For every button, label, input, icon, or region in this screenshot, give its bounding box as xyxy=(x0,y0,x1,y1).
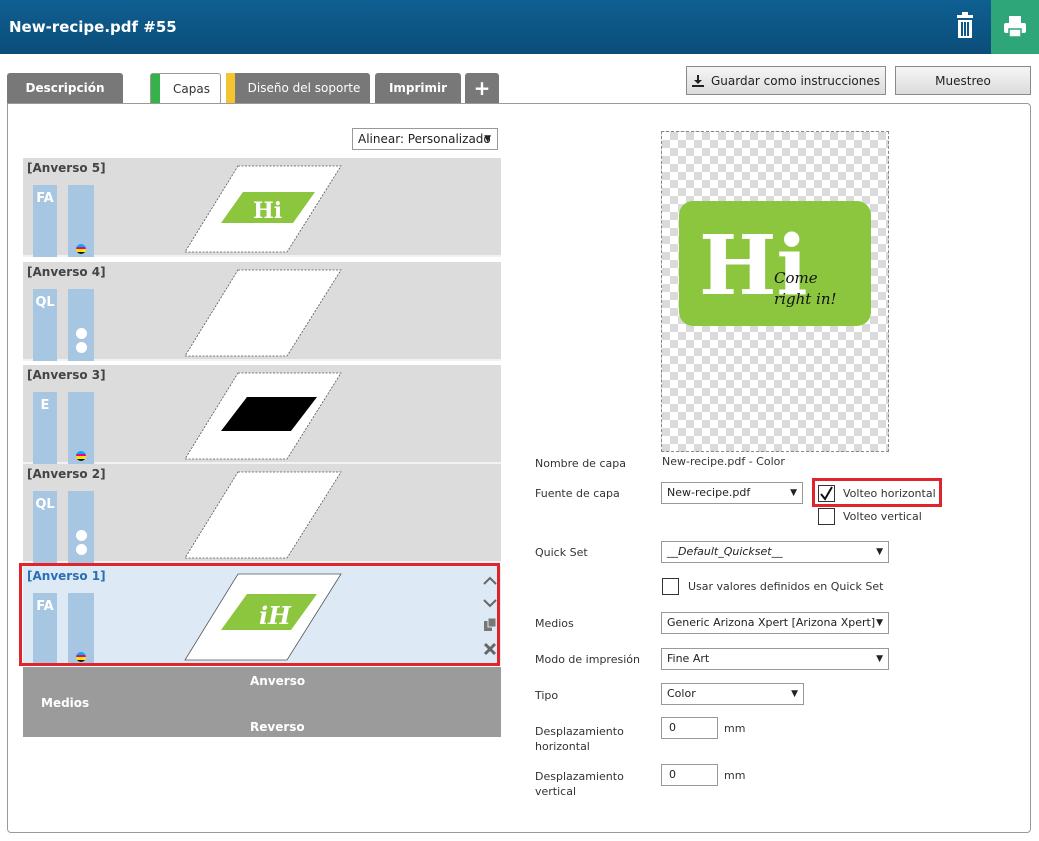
quickset-select[interactable]: __Default_Quickset__ ▼ xyxy=(661,541,889,563)
layer-source-select[interactable]: New-recipe.pdf ▼ xyxy=(661,482,803,504)
plus-icon: + xyxy=(473,76,491,100)
offset-v-input[interactable]: 0 xyxy=(661,764,718,786)
layer-code: QL xyxy=(35,295,55,310)
offset-v-label: Desplazamiento vertical xyxy=(535,769,624,799)
layer-item[interactable]: [Anverso 3] E xyxy=(23,365,501,464)
tab-label: Diseño del soporte xyxy=(247,81,361,95)
layer-name: [Anverso 5] xyxy=(27,161,106,175)
layer-code: QL xyxy=(35,497,55,512)
layer-source-label: Fuente de capa xyxy=(535,487,620,500)
printer-icon xyxy=(1004,16,1026,38)
layer-type-bar: QL xyxy=(33,289,57,361)
preview-right-text: right in! xyxy=(774,290,837,308)
layer-name: [Anverso 2] xyxy=(27,467,106,481)
layer-type-bar: E xyxy=(33,392,57,464)
align-value: Alinear: Personalizado xyxy=(358,132,491,146)
cmyk-icon xyxy=(76,451,86,461)
offset-h-unit: mm xyxy=(724,722,746,735)
media-select[interactable]: Generic Arizona Xpert [Arizona Xpert] ▼ xyxy=(661,612,889,634)
title-bar: New-recipe.pdf #55 xyxy=(0,0,1039,54)
tab-imprimir[interactable]: Imprimir xyxy=(375,73,461,103)
print-mode-value: Fine Art xyxy=(667,652,710,665)
layer-thumbnail xyxy=(184,471,342,559)
dropdown-arrow-icon: ▼ xyxy=(484,134,491,144)
layer-name: [Anverso 3] xyxy=(27,368,106,382)
white-ink-dot xyxy=(76,342,87,353)
layer-name-label: Nombre de capa xyxy=(535,457,626,470)
media-field-label: Medios xyxy=(535,617,574,630)
offset-v-label-line1: Desplazamiento xyxy=(535,770,624,783)
align-select[interactable]: Alinear: Personalizado ▼ xyxy=(352,128,498,150)
layer-thumbnail: Hi xyxy=(184,165,342,253)
flip-horizontal-highlight xyxy=(812,478,942,507)
offset-v-label-line2: vertical xyxy=(535,785,577,798)
job-title: New-recipe.pdf #55 xyxy=(9,18,177,36)
tab-descripcion[interactable]: Descripción xyxy=(7,73,123,103)
tab-label: Descripción xyxy=(25,81,105,95)
preview-come-text: Come xyxy=(774,269,818,287)
offset-h-value: 0 xyxy=(669,721,676,734)
layer-preview: Hi Come right in! xyxy=(661,131,889,452)
media-back-label: Reverso xyxy=(250,720,305,734)
muestreo-button[interactable]: Muestreo xyxy=(895,66,1031,95)
white-ink-dot xyxy=(76,328,87,339)
dropdown-arrow-icon: ▼ xyxy=(790,488,797,498)
tab-diseno-soporte[interactable]: Diseño del soporte xyxy=(226,73,370,103)
layer-item[interactable]: [Anverso 2] QL xyxy=(23,464,501,563)
print-button[interactable] xyxy=(991,0,1039,54)
offset-h-input[interactable]: 0 xyxy=(661,717,718,739)
quickset-value: __Default_Quickset__ xyxy=(667,545,783,558)
media-label: Medios xyxy=(41,696,90,710)
media-front-label: Anverso xyxy=(250,674,306,688)
use-quickset-checkbox[interactable] xyxy=(662,578,679,595)
layer-type-bar: QL xyxy=(33,491,57,563)
offset-v-value: 0 xyxy=(669,768,676,781)
tab-label: Capas xyxy=(173,82,210,96)
flip-vertical-label: Volteo vertical xyxy=(843,510,922,523)
layer-thumbnail xyxy=(184,269,342,357)
layer-type-bar: FA xyxy=(33,185,57,257)
media-bar: Anverso Medios Reverso xyxy=(23,667,501,737)
add-tab-button[interactable]: + xyxy=(465,73,499,103)
layer-thumbnail xyxy=(184,372,342,460)
thumb-hi-text: Hi xyxy=(253,198,282,224)
dropdown-arrow-icon: ▼ xyxy=(876,618,883,628)
layer-code: FA xyxy=(36,191,54,206)
download-icon xyxy=(691,74,704,87)
layer-name-value: New-recipe.pdf - Color xyxy=(662,455,785,468)
save-instructions-button[interactable]: Guardar como instrucciones xyxy=(686,66,886,95)
layer-name: [Anverso 4] xyxy=(27,265,106,279)
white-ink-dot xyxy=(76,530,87,541)
dropdown-arrow-icon: ▼ xyxy=(876,654,883,664)
flip-vertical-checkbox[interactable] xyxy=(818,508,835,525)
tab-color-stripe xyxy=(151,74,160,104)
type-value: Color xyxy=(667,687,696,700)
tab-capas[interactable]: Capas xyxy=(150,73,221,104)
print-mode-select[interactable]: Fine Art ▼ xyxy=(661,648,889,670)
use-quickset-label: Usar valores definidos en Quick Set xyxy=(688,580,884,593)
type-label: Tipo xyxy=(535,689,559,702)
save-label: Guardar como instrucciones xyxy=(710,73,881,88)
quickset-label: Quick Set xyxy=(535,546,588,559)
layer-code: E xyxy=(40,398,50,413)
cmyk-icon xyxy=(76,244,86,254)
layer-item[interactable]: [Anverso 5] FA Hi xyxy=(23,158,501,257)
selected-layer-highlight xyxy=(19,563,500,666)
tab-color-stripe xyxy=(226,73,235,103)
dropdown-arrow-icon: ▼ xyxy=(791,689,798,699)
offset-h-label: Desplazamiento horizontal xyxy=(535,724,624,754)
layer-item[interactable]: [Anverso 4] QL xyxy=(23,262,501,361)
media-value: Generic Arizona Xpert [Arizona Xpert] xyxy=(667,616,876,629)
type-select[interactable]: Color ▼ xyxy=(661,683,804,705)
dropdown-arrow-icon: ▼ xyxy=(876,547,883,557)
offset-h-label-line2: horizontal xyxy=(535,740,590,753)
tab-label: Imprimir xyxy=(388,81,448,95)
layer-source-value: New-recipe.pdf xyxy=(667,486,751,499)
offset-h-label-line1: Desplazamiento xyxy=(535,725,624,738)
offset-v-unit: mm xyxy=(724,769,746,782)
white-ink-dot xyxy=(76,544,87,555)
trash-icon[interactable] xyxy=(950,10,980,44)
muestreo-label: Muestreo xyxy=(935,73,991,88)
print-mode-label: Modo de impresión xyxy=(535,653,640,666)
